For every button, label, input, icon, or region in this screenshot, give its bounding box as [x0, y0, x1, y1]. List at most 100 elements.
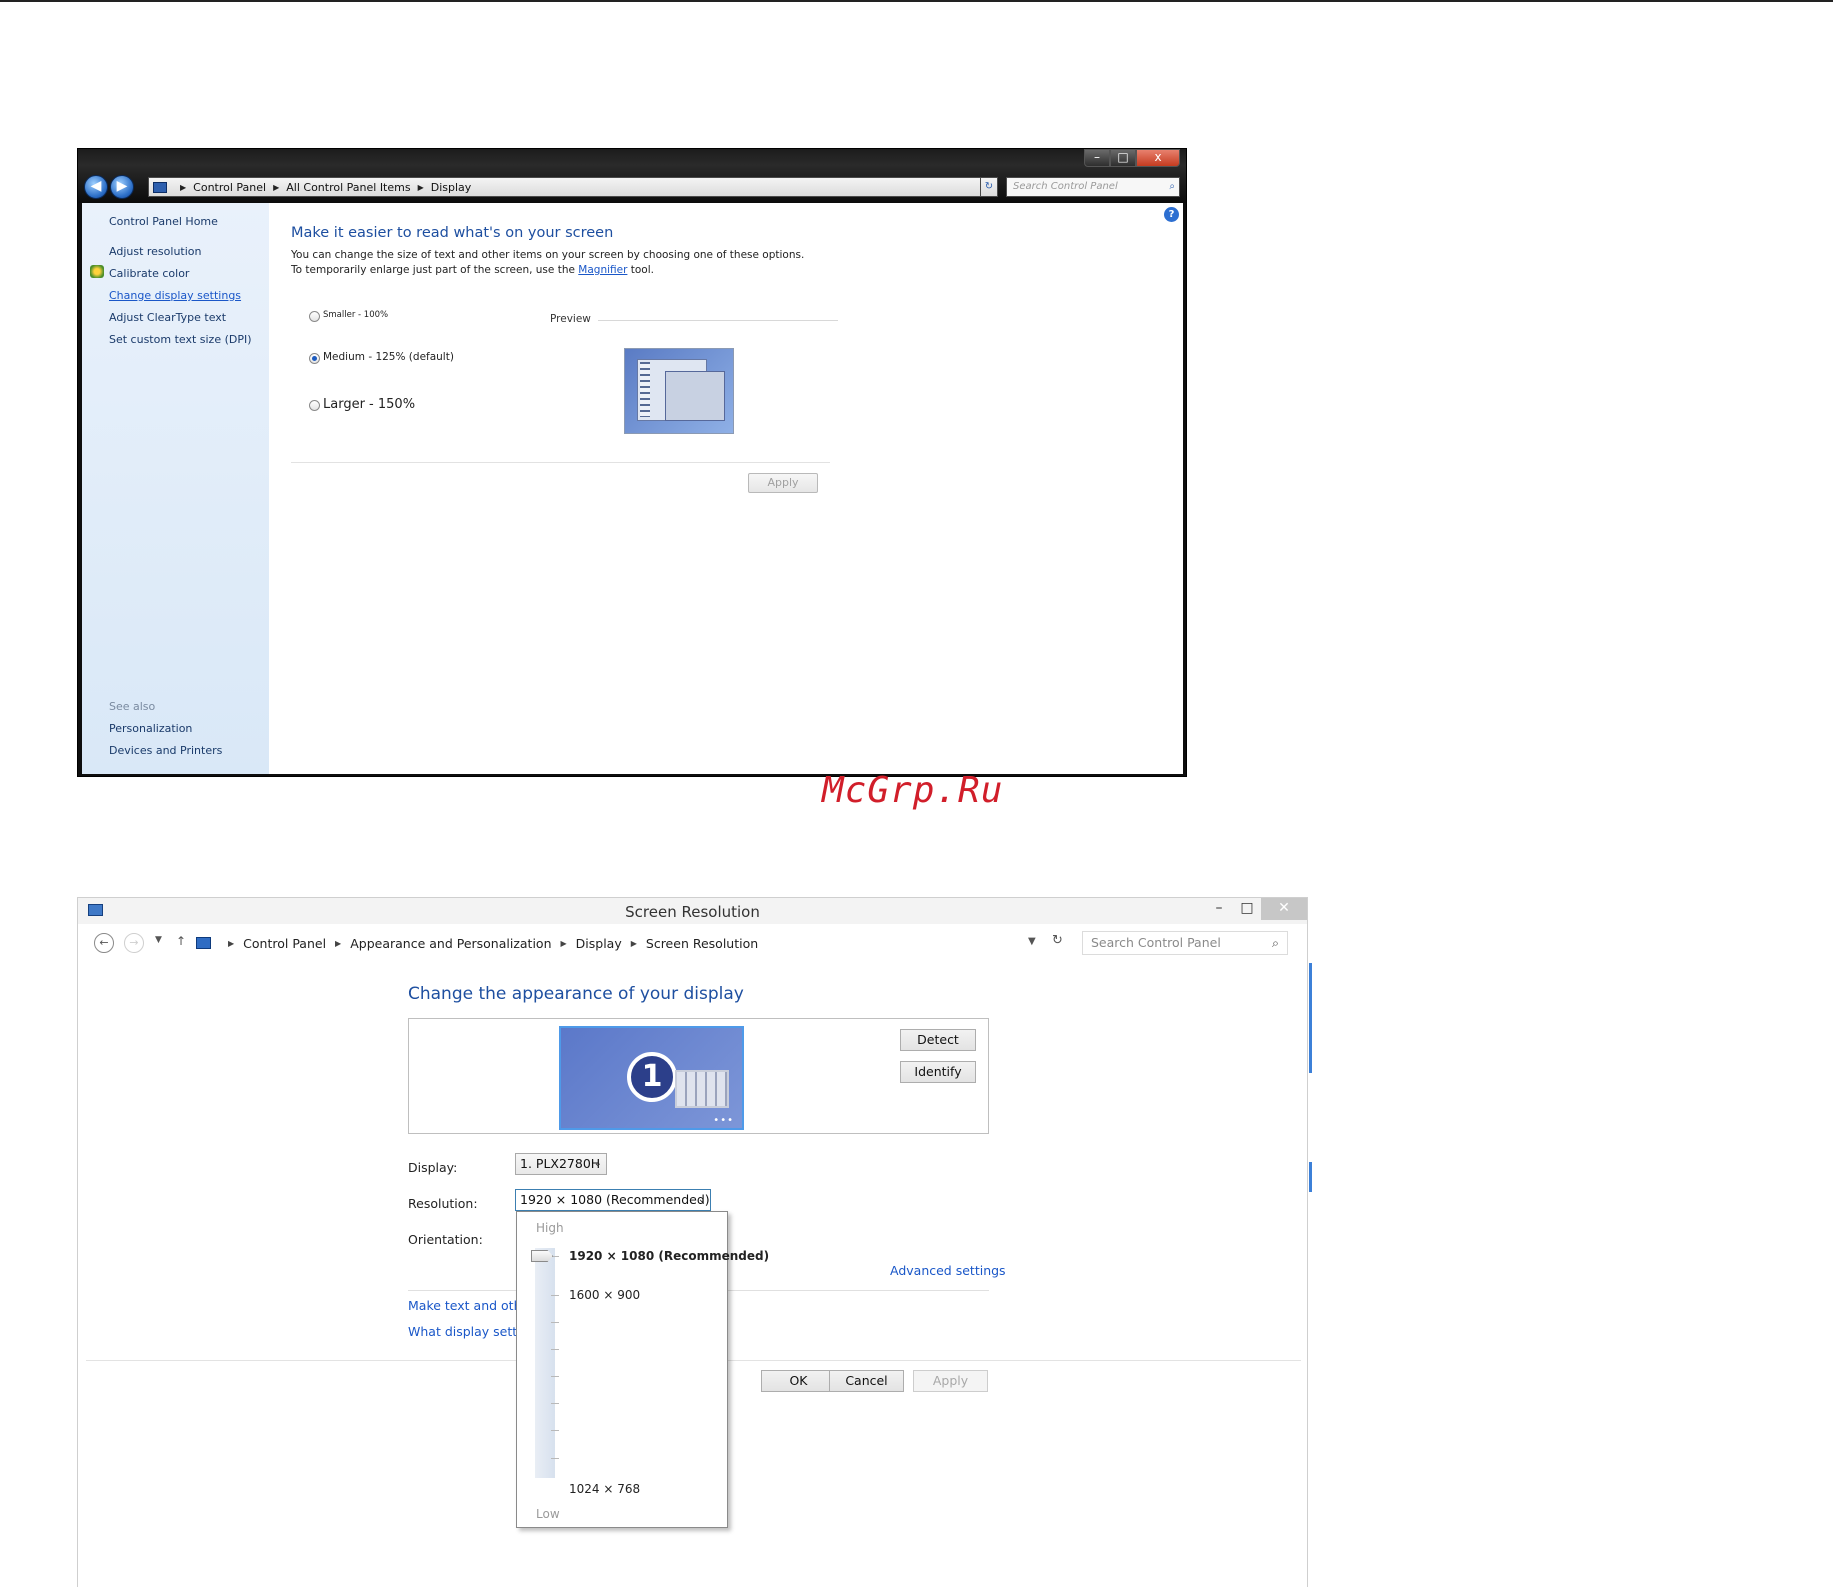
- sidebar-item-change-display-settings[interactable]: Change display settings: [109, 289, 241, 302]
- chevron-down-icon[interactable]: ▼: [1028, 936, 1036, 947]
- refresh-icon[interactable]: ↻: [980, 177, 998, 197]
- sidebar-item-custom-dpi[interactable]: Set custom text size (DPI): [109, 333, 252, 346]
- breadcrumb-all-items[interactable]: All Control Panel Items: [286, 181, 410, 194]
- minimize-button[interactable]: –: [1205, 898, 1233, 920]
- slider-tick: [551, 1295, 559, 1296]
- resolution-select[interactable]: 1920 × 1080 (Recommended) ⌄: [515, 1189, 711, 1211]
- window-content: Control Panel Home Adjust resolution Cal…: [82, 203, 1183, 774]
- up-arrow-icon[interactable]: ↑: [176, 934, 186, 948]
- slider-tick: [551, 1403, 559, 1404]
- screen-resolution-window: Screen Resolution – □ ✕ ← → ▼ ↑ ▶ Contro…: [77, 897, 1312, 1587]
- search-input[interactable]: Search Control Panel ⌕: [1006, 177, 1180, 197]
- see-also-heading: See also: [109, 700, 156, 713]
- nav-buttons: ◀ ▶: [84, 175, 136, 199]
- search-input[interactable]: Search Control Panel ⌕: [1082, 931, 1288, 955]
- breadcrumb-appearance[interactable]: Appearance and Personalization: [350, 936, 551, 951]
- resolution-option[interactable]: 1600 × 900: [569, 1288, 640, 1302]
- recent-locations-icon[interactable]: ▼: [155, 935, 162, 945]
- detect-button[interactable]: Detect: [900, 1029, 976, 1051]
- chevron-right-icon: ▶: [560, 938, 567, 948]
- apply-button[interactable]: Apply: [913, 1370, 988, 1392]
- maximize-button[interactable]: □: [1233, 898, 1261, 920]
- sidebar-item-home[interactable]: Control Panel Home: [109, 215, 218, 228]
- breadcrumb-control-panel[interactable]: Control Panel: [193, 181, 266, 194]
- resolution-option[interactable]: 1920 × 1080 (Recommended): [569, 1249, 769, 1263]
- window-title: Screen Resolution: [625, 903, 760, 921]
- ok-button[interactable]: OK: [761, 1370, 836, 1392]
- orientation-label: Orientation:: [408, 1232, 483, 1247]
- text-size-link[interactable]: Make text and other items larger or smal…: [408, 1298, 516, 1313]
- resolution-option[interactable]: 1024 × 768: [569, 1482, 640, 1496]
- scrollbar[interactable]: [1309, 963, 1312, 1073]
- apply-button[interactable]: Apply: [748, 473, 818, 493]
- page: – □ x ◀ ▶ ▶ Control Panel ▶ All Control …: [0, 0, 1833, 1587]
- monitor-number: 1: [627, 1052, 677, 1102]
- sidebar-item-devices-printers[interactable]: Devices and Printers: [109, 744, 222, 757]
- display-settings-help-link[interactable]: What display settings should I choose?: [408, 1324, 516, 1339]
- window-titlebar: – □ x ◀ ▶ ▶ Control Panel ▶ All Control …: [78, 149, 1186, 203]
- radio-medium[interactable]: [309, 353, 320, 364]
- address-bar[interactable]: ▶ Control Panel ▶ Appearance and Persona…: [196, 931, 1056, 955]
- sidebar-item-cleartype[interactable]: Adjust ClearType text: [109, 311, 226, 324]
- breadcrumb-display[interactable]: Display: [576, 936, 622, 951]
- navigation-bar: ← → ▼ ↑ ▶ Control Panel ▶ Appearance and…: [78, 928, 1307, 958]
- forward-button[interactable]: ▶: [110, 175, 134, 199]
- slider-tick: [551, 1349, 559, 1350]
- preview-window-front: [665, 371, 725, 421]
- close-button[interactable]: x: [1136, 149, 1180, 167]
- back-button[interactable]: ←: [94, 933, 114, 953]
- search-icon[interactable]: ⌕: [1169, 178, 1175, 196]
- radio-larger[interactable]: [309, 400, 320, 411]
- help-icon[interactable]: ?: [1164, 207, 1179, 222]
- address-bar[interactable]: ▶ Control Panel ▶ All Control Panel Item…: [148, 177, 998, 197]
- radio-medium-label: Medium - 125% (default): [323, 351, 454, 363]
- sidebar-item-personalization[interactable]: Personalization: [109, 722, 192, 735]
- maximize-button[interactable]: □: [1110, 149, 1136, 167]
- monitor-1[interactable]: 1 •••: [559, 1026, 744, 1130]
- display-label: Display:: [408, 1160, 458, 1175]
- control-panel-icon: [196, 937, 211, 949]
- chevron-down-icon: ⌄: [697, 1194, 706, 1205]
- preview-image: [624, 348, 734, 434]
- chevron-right-icon: ▶: [273, 182, 280, 192]
- chevron-right-icon: ▶: [228, 938, 235, 948]
- control-panel-icon: [153, 181, 167, 193]
- sidebar-item-calibrate-color[interactable]: Calibrate color: [109, 267, 189, 280]
- search-icon[interactable]: ⌕: [1272, 932, 1279, 954]
- divider: [291, 462, 830, 463]
- radio-larger-label: Larger - 150%: [323, 397, 416, 412]
- minimize-button[interactable]: –: [1084, 149, 1110, 167]
- slider-tick: [551, 1430, 559, 1431]
- close-button[interactable]: ✕: [1261, 898, 1307, 920]
- slider-tick: [551, 1322, 559, 1323]
- page-description: You can change the size of text and othe…: [291, 249, 805, 276]
- calibrate-color-icon: [90, 265, 104, 278]
- chevron-right-icon: ▶: [180, 182, 187, 192]
- scrollbar-marker: [1309, 1162, 1312, 1192]
- preview-label: Preview: [550, 313, 591, 325]
- resolution-slider-track[interactable]: [535, 1248, 555, 1478]
- advanced-settings-link[interactable]: Advanced settings: [890, 1263, 1006, 1278]
- cancel-button[interactable]: Cancel: [829, 1370, 904, 1392]
- breadcrumb-display[interactable]: Display: [431, 181, 472, 194]
- sidebar-item-adjust-resolution[interactable]: Adjust resolution: [109, 245, 202, 258]
- display-select[interactable]: 1. PLX2780H ⌄: [515, 1153, 607, 1175]
- refresh-icon[interactable]: ↻: [1052, 933, 1063, 948]
- back-button[interactable]: ◀: [84, 175, 108, 199]
- page-title: Change the appearance of your display: [408, 984, 744, 1004]
- radio-smaller-label: Smaller - 100%: [323, 310, 389, 320]
- breadcrumb-screen-resolution[interactable]: Screen Resolution: [646, 936, 758, 951]
- chevron-right-icon: ▶: [630, 938, 637, 948]
- display-window: – □ x ◀ ▶ ▶ Control Panel ▶ All Control …: [77, 148, 1187, 777]
- caption-buttons: – □ ✕: [1205, 898, 1307, 920]
- watermark: McGrp.Ru: [822, 770, 1004, 811]
- breadcrumb-control-panel[interactable]: Control Panel: [243, 936, 326, 951]
- chevron-down-icon: ⌄: [593, 1158, 602, 1169]
- radio-smaller[interactable]: [309, 311, 320, 322]
- forward-button[interactable]: →: [124, 933, 144, 953]
- identify-button[interactable]: Identify: [900, 1061, 976, 1083]
- page-title: Make it easier to read what's on your sc…: [291, 225, 614, 241]
- window-titlebar: Screen Resolution – □ ✕: [78, 898, 1307, 924]
- slider-low-label: Low: [536, 1507, 560, 1521]
- magnifier-link[interactable]: Magnifier: [578, 264, 627, 276]
